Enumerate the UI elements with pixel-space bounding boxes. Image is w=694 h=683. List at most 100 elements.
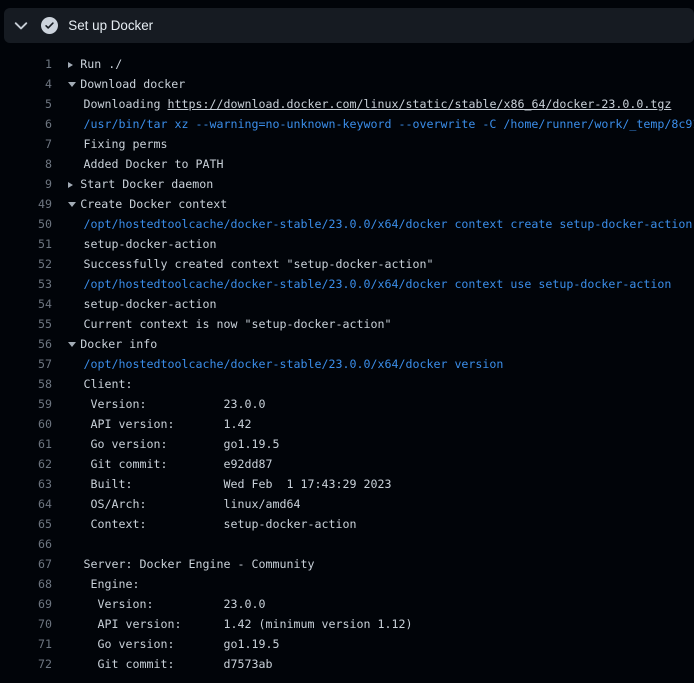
- line-number[interactable]: 49: [0, 194, 52, 214]
- line-number[interactable]: 70: [0, 614, 52, 634]
- triangle-shape: [68, 202, 76, 207]
- log-line: 65 Context: setup-docker-action: [0, 514, 694, 534]
- command-text: /opt/hostedtoolcache/docker-stable/23.0.…: [84, 217, 693, 231]
- log-line: 71 Go version: go1.19.5: [0, 634, 694, 654]
- line-number[interactable]: 7: [0, 134, 52, 154]
- line-number[interactable]: 63: [0, 474, 52, 494]
- log-line: 6/usr/bin/tar xz --warning=no-unknown-ke…: [0, 114, 694, 134]
- group-header[interactable]: Download docker: [52, 74, 694, 94]
- log-line: 52Successfully created context "setup-do…: [0, 254, 694, 274]
- line-number[interactable]: 8: [0, 154, 52, 174]
- chevron-down-icon[interactable]: [68, 74, 81, 94]
- log-line: 61 Go version: go1.19.5: [0, 434, 694, 454]
- log-line: 58Client:: [0, 374, 694, 394]
- group-header[interactable]: Run ./: [52, 54, 694, 74]
- log-text: Current context is now "setup-docker-act…: [52, 314, 694, 334]
- log-text: Added Docker to PATH: [52, 154, 694, 174]
- log-text: Go version: go1.19.5: [52, 434, 694, 454]
- chevron-right-icon[interactable]: [68, 174, 81, 194]
- line-number[interactable]: 4: [0, 74, 52, 94]
- group-header[interactable]: Create Docker context: [52, 194, 694, 214]
- line-number[interactable]: 9: [0, 174, 52, 194]
- log-line: 53/opt/hostedtoolcache/docker-stable/23.…: [0, 274, 694, 294]
- log-text: [52, 534, 694, 554]
- triangle-shape: [68, 82, 76, 87]
- line-number[interactable]: 71: [0, 634, 52, 654]
- log-line: 4Download docker: [0, 74, 694, 94]
- line-number[interactable]: 69: [0, 594, 52, 614]
- download-url-link[interactable]: https://download.docker.com/linux/static…: [168, 97, 672, 111]
- line-number[interactable]: 5: [0, 94, 52, 114]
- line-number[interactable]: 53: [0, 274, 52, 294]
- log-line: 62 Git commit: e92dd87: [0, 454, 694, 474]
- log-line: 68 Engine:: [0, 574, 694, 594]
- log-line: 9 Start Docker daemon: [0, 174, 694, 194]
- step-title: Set up Docker: [68, 8, 153, 43]
- log-text: Go version: go1.19.5: [52, 634, 694, 654]
- chevron-down-icon[interactable]: [11, 16, 31, 36]
- log-text: Downloading https://download.docker.com/…: [52, 94, 694, 114]
- line-number[interactable]: 55: [0, 314, 52, 334]
- log-text: Version: 23.0.0: [52, 394, 694, 414]
- chevron-down-icon[interactable]: [68, 194, 81, 214]
- log-line: 64 OS/Arch: linux/amd64: [0, 494, 694, 514]
- line-number[interactable]: 62: [0, 454, 52, 474]
- log-text: API version: 1.42: [52, 414, 694, 434]
- line-number[interactable]: 61: [0, 434, 52, 454]
- chevron-down-icon[interactable]: [68, 334, 81, 354]
- line-number[interactable]: 72: [0, 654, 52, 674]
- line-number[interactable]: 52: [0, 254, 52, 274]
- log-text: setup-docker-action: [52, 234, 694, 254]
- group-header[interactable]: Start Docker daemon: [52, 174, 694, 194]
- log-line: 7Fixing perms: [0, 134, 694, 154]
- chevron-right-icon[interactable]: [68, 54, 81, 74]
- log-text: Git commit: d7573ab: [52, 654, 694, 674]
- log-text: Version: 23.0.0: [52, 594, 694, 614]
- log-text: Git commit: e92dd87: [52, 454, 694, 474]
- line-number[interactable]: 51: [0, 234, 52, 254]
- log-text: Engine:: [52, 574, 694, 594]
- log-text: /opt/hostedtoolcache/docker-stable/23.0.…: [52, 354, 694, 374]
- log-line: 66: [0, 534, 694, 554]
- line-number[interactable]: 57: [0, 354, 52, 374]
- line-number[interactable]: 56: [0, 334, 52, 354]
- line-number[interactable]: 6: [0, 114, 52, 134]
- line-number[interactable]: 64: [0, 494, 52, 514]
- triangle-shape: [68, 342, 76, 347]
- log-line: 63 Built: Wed Feb 1 17:43:29 2023: [0, 474, 694, 494]
- log-line: 69 Version: 23.0.0: [0, 594, 694, 614]
- line-number[interactable]: 54: [0, 294, 52, 314]
- line-number[interactable]: 66: [0, 534, 52, 554]
- line-number[interactable]: 67: [0, 554, 52, 574]
- group-label: Start Docker daemon: [80, 177, 213, 191]
- line-number[interactable]: 1: [0, 54, 52, 74]
- log-line: 60 API version: 1.42: [0, 414, 694, 434]
- line-number[interactable]: 68: [0, 574, 52, 594]
- group-label: Run ./: [80, 57, 122, 71]
- actions-log-page: { "colors": { "page_background": "#01040…: [0, 0, 694, 683]
- line-number[interactable]: 65: [0, 514, 52, 534]
- log-line: 70 API version: 1.42 (minimum version 1.…: [0, 614, 694, 634]
- log-line: 55Current context is now "setup-docker-a…: [0, 314, 694, 334]
- log-line: 72 Git commit: d7573ab: [0, 654, 694, 674]
- log-line: 51setup-docker-action: [0, 234, 694, 254]
- line-number[interactable]: 59: [0, 394, 52, 414]
- log-line: 57/opt/hostedtoolcache/docker-stable/23.…: [0, 354, 694, 374]
- log-line: 8Added Docker to PATH: [0, 154, 694, 174]
- log-text: /opt/hostedtoolcache/docker-stable/23.0.…: [52, 274, 694, 294]
- line-number[interactable]: 60: [0, 414, 52, 434]
- log-line: 5Downloading https://download.docker.com…: [0, 94, 694, 114]
- log-line: 49Create Docker context: [0, 194, 694, 214]
- group-header[interactable]: Docker info: [52, 334, 694, 354]
- line-number[interactable]: 50: [0, 214, 52, 234]
- triangle-shape: [68, 182, 73, 188]
- log-text: Client:: [52, 374, 694, 394]
- command-text: /opt/hostedtoolcache/docker-stable/23.0.…: [84, 357, 504, 371]
- line-number[interactable]: 58: [0, 374, 52, 394]
- log-line: 67Server: Docker Engine - Community: [0, 554, 694, 574]
- step-header[interactable]: Set up Docker: [4, 8, 694, 43]
- command-text: /usr/bin/tar xz --warning=no-unknown-key…: [84, 117, 694, 131]
- log-line: 50/opt/hostedtoolcache/docker-stable/23.…: [0, 214, 694, 234]
- log-text: API version: 1.42 (minimum version 1.12): [52, 614, 694, 634]
- log-line: 54setup-docker-action: [0, 294, 694, 314]
